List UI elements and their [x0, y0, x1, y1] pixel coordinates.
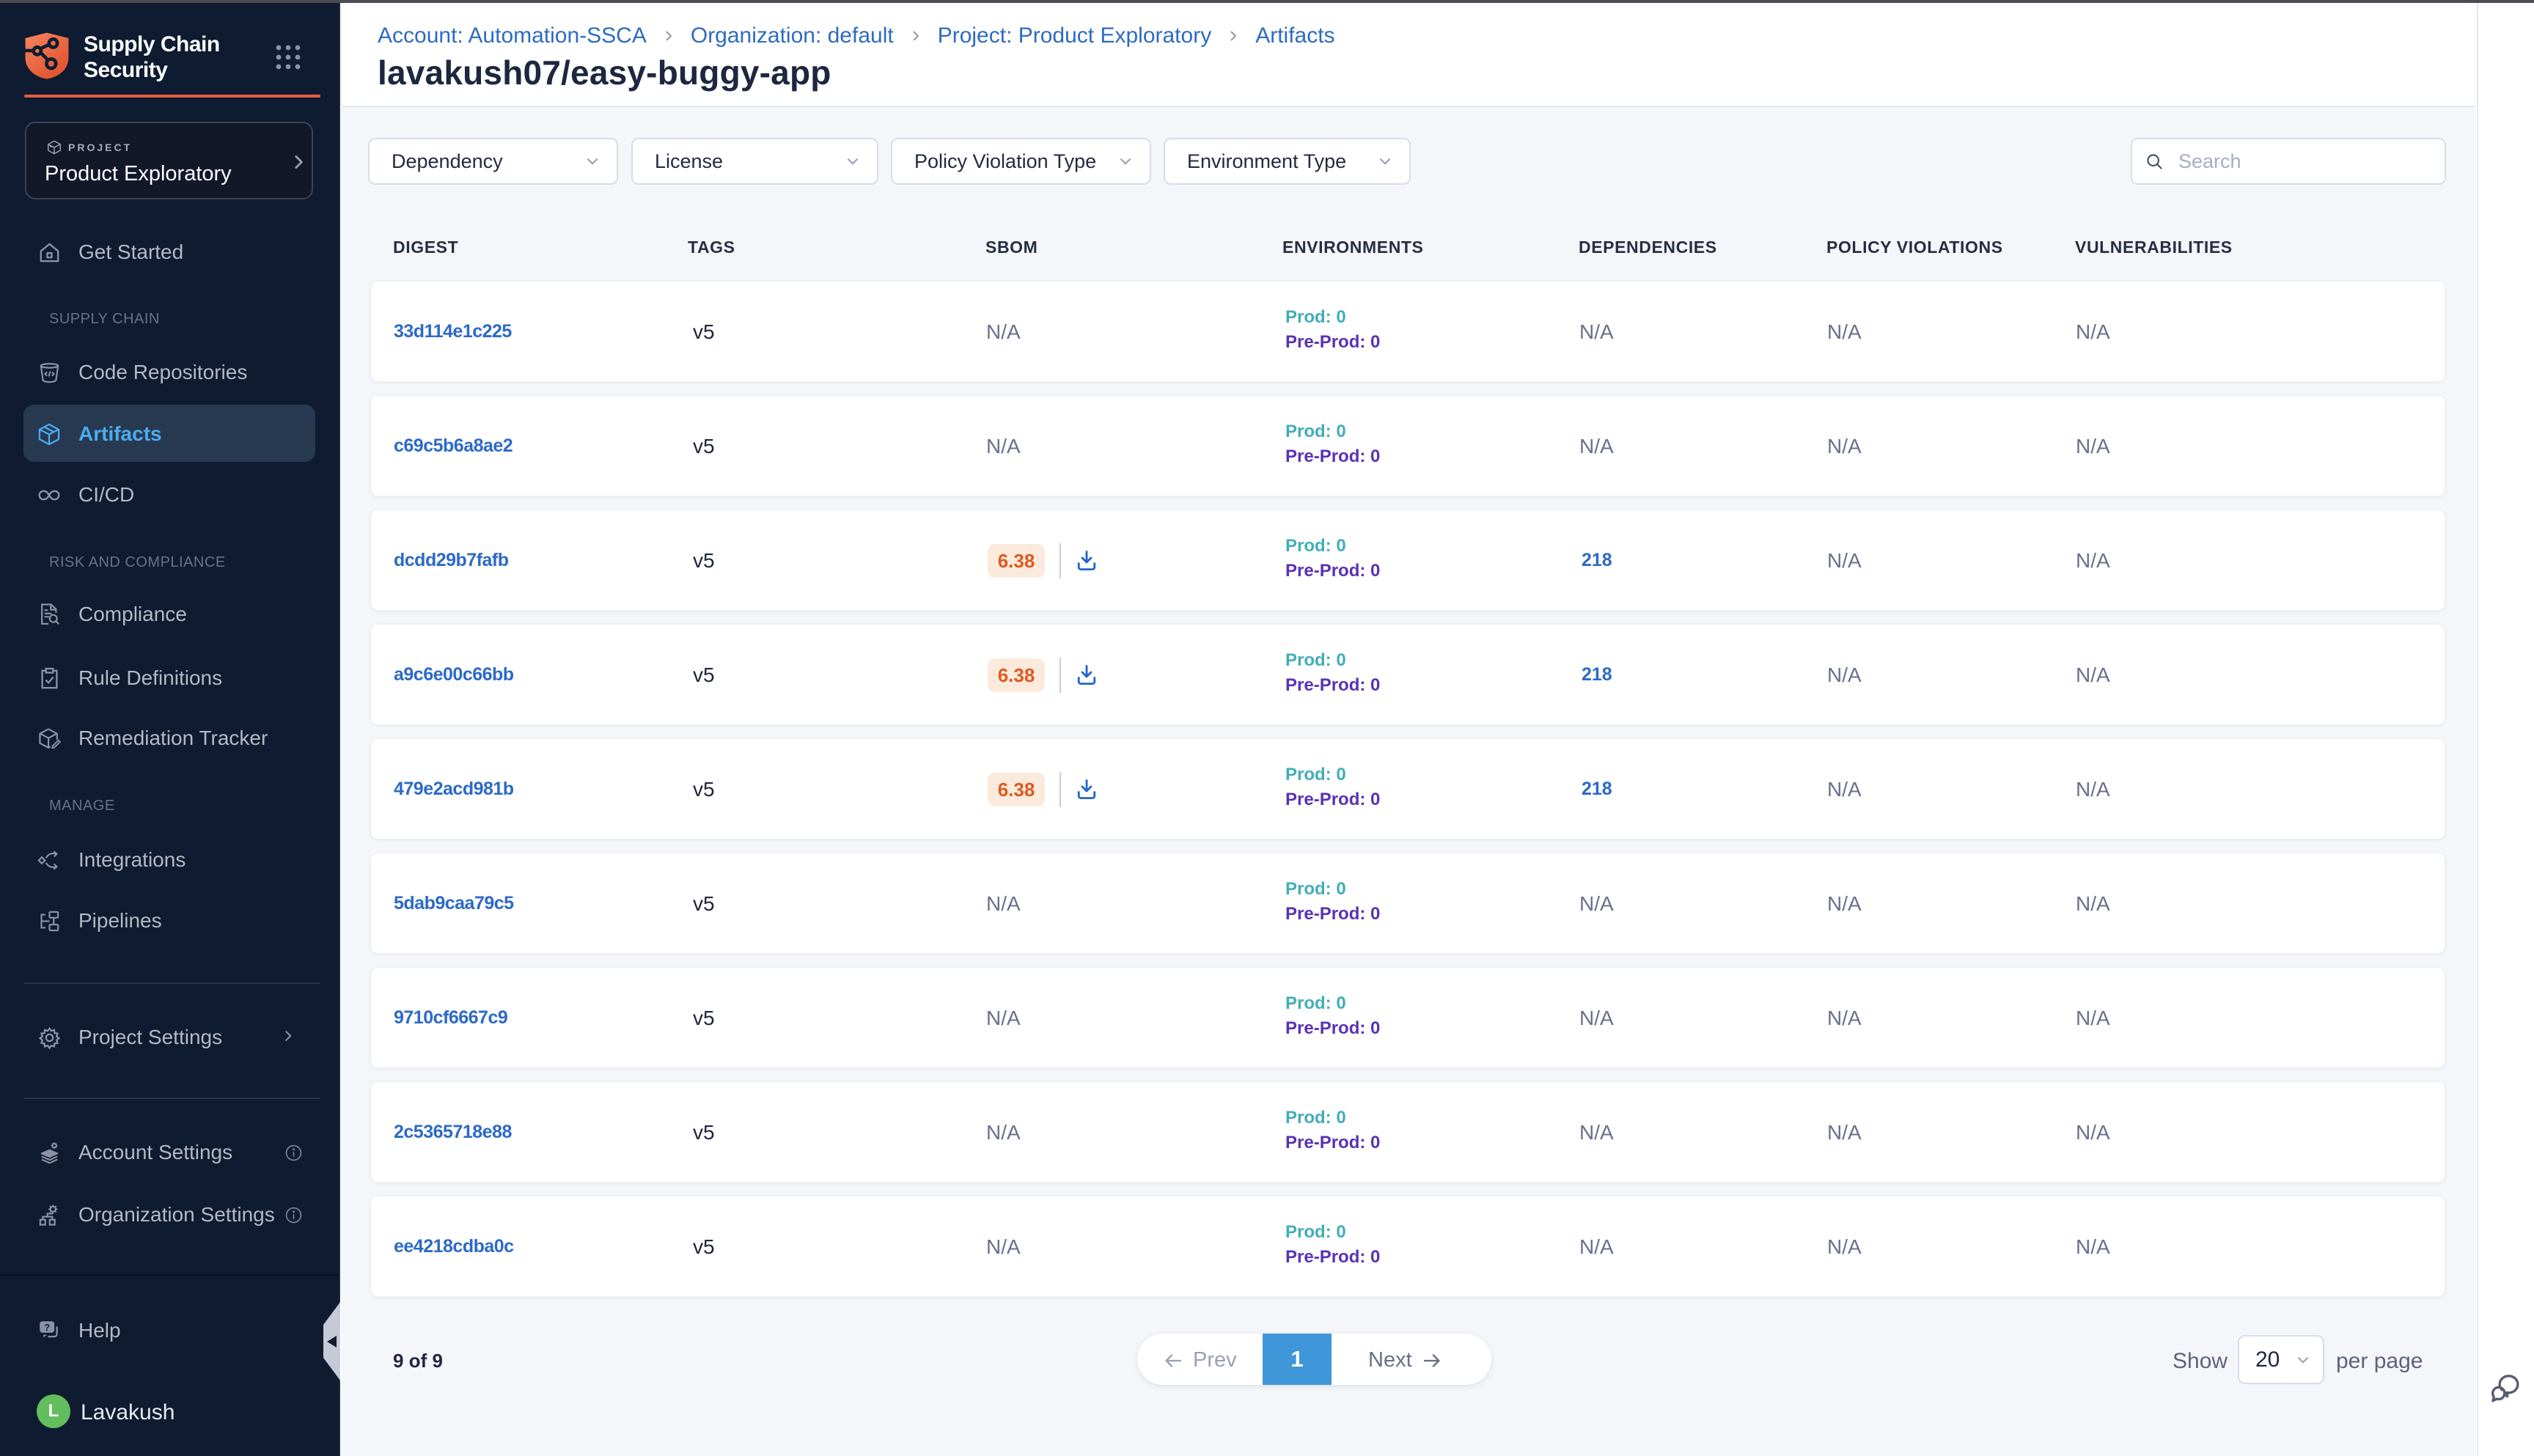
svg-text:?: ?	[44, 1322, 50, 1333]
